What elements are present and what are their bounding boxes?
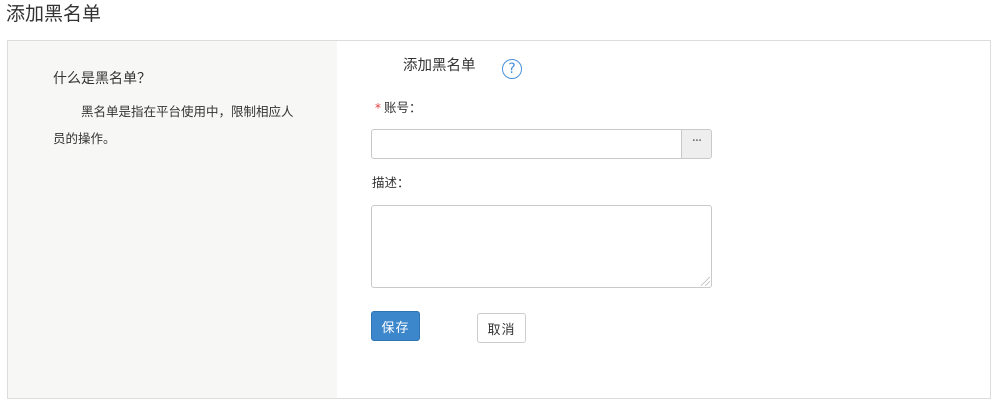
info-heading: 什么是黑名单？ [53, 71, 151, 87]
cancel-button[interactable]: 取消 [477, 313, 526, 343]
required-marker: * [375, 101, 381, 115]
account-label-text: 账号： [384, 100, 422, 115]
save-button[interactable]: 保存 [371, 311, 420, 341]
resize-grip-icon[interactable] [701, 277, 710, 286]
description-textarea[interactable] [371, 205, 712, 288]
form-title: 添加黑名单 [403, 58, 476, 74]
info-description: 黑名单是指在平台使用中，限制相应人员的操作。 [53, 104, 294, 146]
ellipsis-icon[interactable]: ··· [681, 130, 711, 158]
description-label: 描述： [372, 175, 410, 190]
page-title: 添加黑名单 [6, 3, 102, 25]
account-label: * 账号： [375, 97, 422, 116]
account-input[interactable] [372, 130, 681, 158]
info-sidebar: 什么是黑名单？ 黑名单是指在平台使用中，限制相应人员的操作。 [8, 41, 337, 398]
question-circle-icon[interactable]: ? [502, 59, 522, 79]
account-input-group: ··· [371, 129, 712, 159]
